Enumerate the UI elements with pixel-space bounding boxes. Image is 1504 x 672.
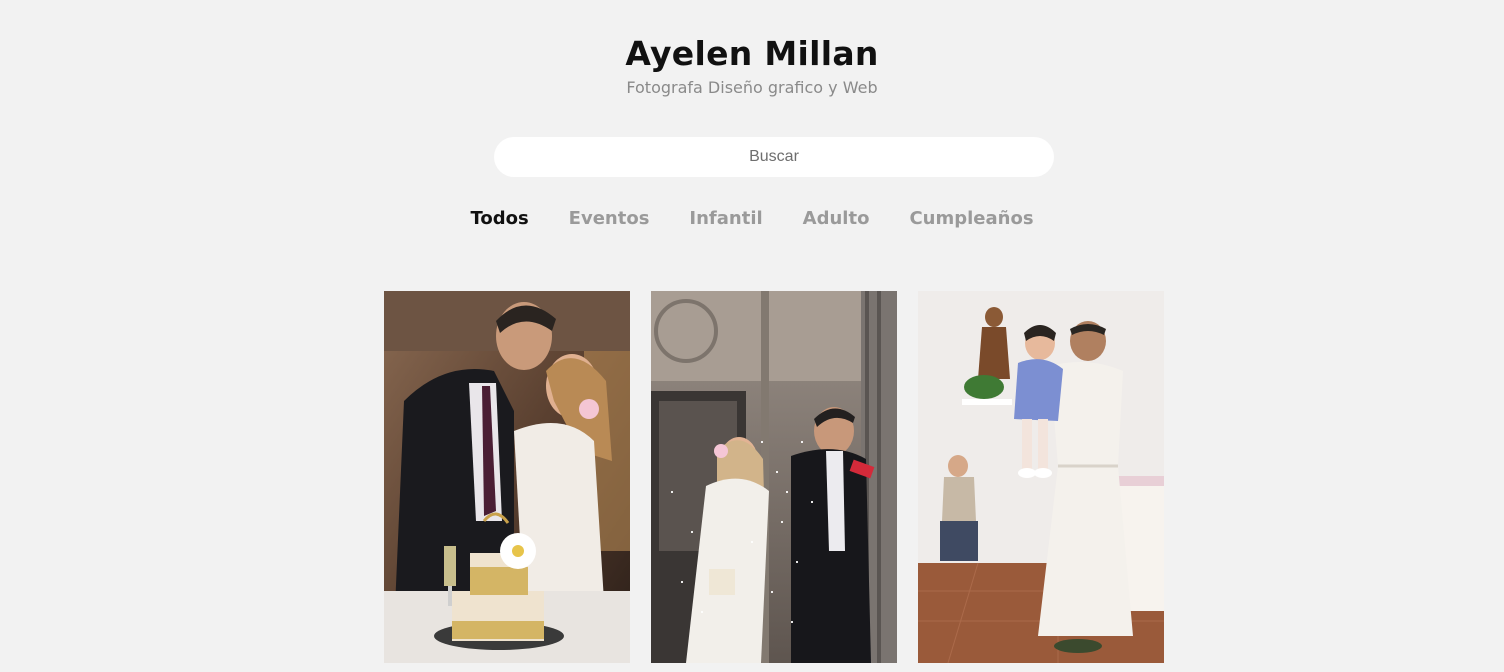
church-baptism-photo-image (918, 291, 1164, 663)
filter-tab-infantil[interactable]: Infantil (689, 206, 762, 232)
filter-tab-todos[interactable]: Todos (470, 206, 528, 232)
search-bar (494, 137, 1054, 177)
filter-tab-adulto[interactable]: Adulto (803, 206, 870, 232)
site-subtitle: Fotografa Diseño grafico y Web (626, 78, 878, 97)
filter-tab-cumpleanos[interactable]: Cumpleaños (909, 206, 1033, 232)
gallery-photo-church-baptism[interactable] (918, 291, 1164, 663)
gallery-photo-rice-shower[interactable] (651, 291, 897, 663)
photo-gallery (384, 291, 1164, 663)
gallery-photo-wedding-cake[interactable] (384, 291, 630, 663)
category-filter-nav: Todos Eventos Infantil Adulto Cumpleaños (0, 206, 1504, 232)
filter-tab-eventos[interactable]: Eventos (569, 206, 650, 232)
site-title[interactable]: Ayelen Millan (0, 34, 1504, 74)
search-input[interactable] (494, 137, 1054, 177)
site-header: Ayelen Millan Fotografa Diseño grafico y… (0, 34, 1504, 98)
rice-shower-photo-image (651, 291, 897, 663)
wedding-cake-photo-image (384, 291, 630, 663)
